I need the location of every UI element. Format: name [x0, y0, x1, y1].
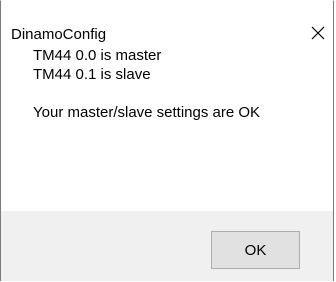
message-line-master: TM44 0.0 is master	[33, 47, 162, 64]
close-icon	[311, 26, 325, 40]
message-line-slave: TM44 0.1 is slave	[33, 66, 151, 83]
message-dialog: DinamoConfig TM44 0.0 is master TM44 0.1…	[0, 0, 334, 281]
window-title: DinamoConfig	[11, 26, 107, 43]
message-line-status: Your master/slave settings are OK	[33, 104, 261, 121]
title-bar[interactable]: DinamoConfig	[1, 1, 333, 47]
close-button[interactable]	[303, 19, 333, 47]
ok-button[interactable]: OK	[211, 231, 300, 269]
button-bar: OK	[1, 211, 333, 281]
